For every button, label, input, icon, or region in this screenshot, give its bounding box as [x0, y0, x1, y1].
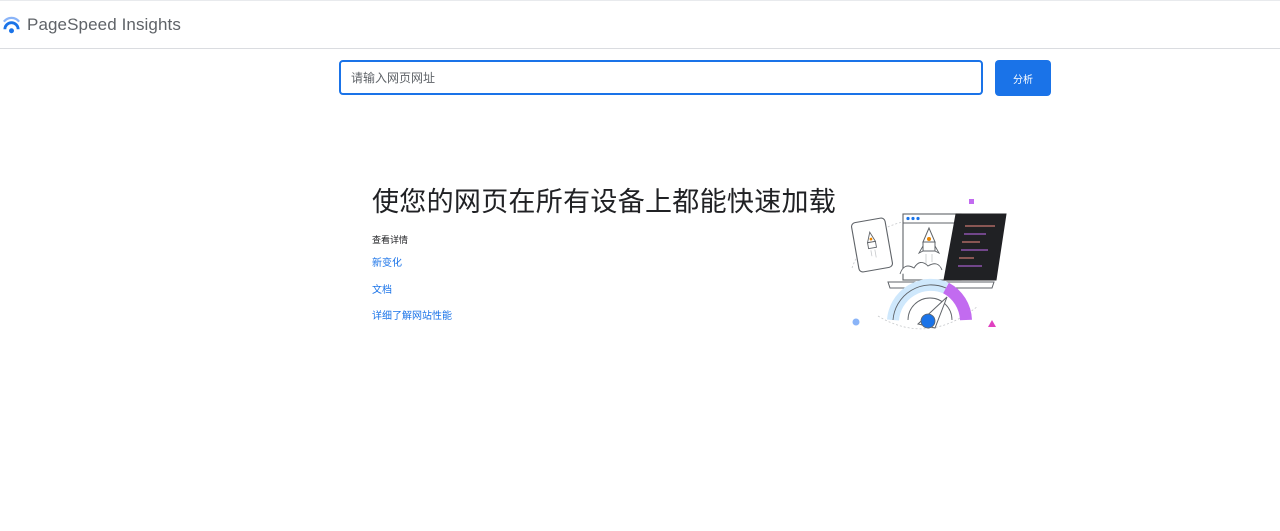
details-heading: 查看详情: [372, 236, 409, 246]
top-bar: PageSpeed Insights: [0, 0, 1280, 49]
url-input[interactable]: [339, 60, 983, 95]
documentation-link[interactable]: 文档: [372, 281, 392, 296]
hero-title: 使您的网页在所有设备上都能快速加载: [372, 187, 837, 218]
analyze-button[interactable]: 分析: [995, 60, 1051, 96]
brand[interactable]: PageSpeed Insights: [2, 15, 181, 35]
learn-web-performance-link[interactable]: 详细了解网站性能: [372, 307, 452, 322]
whats-new-link[interactable]: 新变化: [372, 254, 402, 269]
rocket-speed-gauge-illustration: [851, 199, 1007, 330]
brand-name: PageSpeed Insights: [27, 15, 181, 34]
pagespeed-logo-icon: [2, 16, 21, 33]
